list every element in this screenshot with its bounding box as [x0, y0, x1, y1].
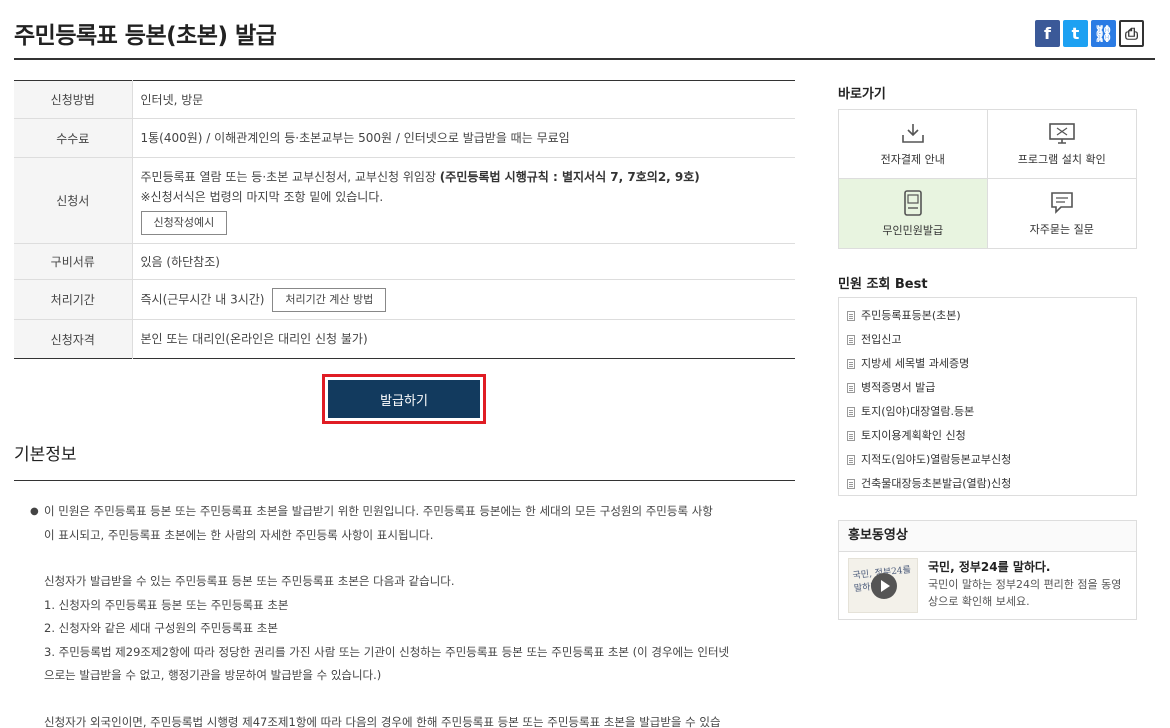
row-label: 신청자격 — [14, 319, 133, 359]
kiosk-icon — [903, 190, 922, 216]
table-row: 신청방법 인터넷, 방문 — [14, 80, 795, 119]
share-toolbar: f t ⛓ ⎙ — [1035, 20, 1144, 47]
video-title[interactable]: 국민, 정부24를 말하다. — [928, 558, 1051, 575]
quick-link-label: 전자결제 안내 — [880, 152, 945, 166]
best-item-label: 전입신고 — [861, 333, 902, 346]
best-item[interactable]: 토지(임야)대장열람.등본 — [847, 403, 1136, 427]
best-list: 주민등록표등본(초본) 전입신고 지방세 세목별 과세증명 병적증명서 발급 토… — [838, 297, 1137, 496]
quick-link-label: 자주묻는 질문 — [1029, 223, 1094, 236]
document-icon — [847, 359, 855, 369]
form-name-text: 주민등록표 열람 또는 등·초본 교부신청서, 교부신청 위임장 — [140, 169, 440, 184]
processing-time-calc-button[interactable]: 처리기간 계산 방법 — [272, 287, 387, 312]
document-icon — [847, 407, 855, 417]
bullet-icon: ● — [30, 506, 39, 517]
info-line: 이 민원은 주민등록표 등본 또는 주민등록표 초본을 발급받기 위한 민원입니… — [44, 504, 713, 518]
quick-link-payment[interactable]: 전자결제 안내 — [839, 110, 988, 179]
promo-heading: 홍보동영상 — [839, 521, 1136, 552]
download-tray-icon — [901, 123, 924, 143]
monitor-icon — [1048, 122, 1075, 144]
row-label: 수수료 — [14, 118, 133, 158]
row-value: 본인 또는 대리인(온라인은 대리인 신청 불가) — [140, 332, 368, 346]
info-line: 이 표시되고, 주민등록표 초본에는 한 사람의 자세한 주민등록 사항이 표시… — [44, 527, 434, 542]
best-heading: 민원 조회 Best — [838, 277, 928, 292]
best-item[interactable]: 병적증명서 발급 — [847, 379, 1136, 403]
row-value: 있음 (하단참조) — [132, 243, 795, 280]
table-row: 수수료 1통(400원) / 이해관계인의 등·초본교부는 500원 / 인터넷… — [14, 118, 795, 158]
document-icon — [847, 479, 855, 489]
document-icon — [847, 455, 855, 465]
video-description: 국민이 말하는 정부24의 편리한 점을 동영상으로 확인해 보세요. — [928, 578, 1122, 608]
info-line: 1. 신청자의 주민등록표 등본 또는 주민등록표 초본 — [44, 597, 289, 612]
quick-link-label: 프로그램 설치 확인 — [1017, 152, 1106, 166]
row-value: 인터넷, 방문 — [132, 80, 795, 119]
service-info-table: 신청방법 인터넷, 방문 수수료 1통(400원) / 이해관계인의 등·초본교… — [14, 80, 795, 359]
row-label: 구비서류 — [14, 243, 133, 280]
facebook-share-icon[interactable]: f — [1035, 20, 1060, 47]
best-item-label: 병적증명서 발급 — [861, 381, 936, 394]
best-item-label: 지방세 세목별 과세증명 — [861, 357, 970, 370]
best-item-label: 토지이용계획확인 신청 — [861, 429, 966, 442]
form-example-button[interactable]: 신청작성예시 — [140, 210, 228, 235]
table-row: 처리기간 즉시(근무시간 내 3시간) 처리기간 계산 방법 — [14, 279, 795, 320]
best-item-label: 지적도(임야도)열람등본교부신청 — [861, 453, 1012, 466]
row-value: 1통(400원) / 이해관계인의 등·초본교부는 500원 / 인터넷으로 발… — [132, 118, 795, 158]
table-row: 신청자격 본인 또는 대리인(온라인은 대리인 신청 불가) — [14, 319, 795, 359]
best-item[interactable]: 전입신고 — [847, 331, 1136, 355]
best-item[interactable]: 지방세 세목별 과세증명 — [847, 355, 1136, 379]
table-row: 구비서류 있음 (하단참조) — [14, 243, 795, 280]
print-icon[interactable]: ⎙ — [1119, 20, 1144, 47]
basic-info-body: ● 이 민원은 주민등록표 등본 또는 주민등록표 초본을 발급받기 위한 민원… — [30, 500, 782, 728]
document-icon — [847, 335, 855, 345]
info-line: 2. 신청자와 같은 세대 구성원의 주민등록표 초본 — [44, 621, 278, 635]
form-note-text: ※신청서식은 법령의 마지막 조항 밑에 있습니다. — [140, 189, 384, 204]
quick-link-program-check[interactable]: 프로그램 설치 확인 — [987, 110, 1136, 179]
row-label: 처리기간 — [14, 279, 133, 320]
title-divider — [14, 58, 1155, 60]
best-item[interactable]: 건축물대장등초본발급(열람)신청 — [847, 475, 1136, 499]
video-thumbnail[interactable]: 국민, 정부24를 말하다 — [848, 558, 918, 613]
info-line: 신청자가 발급받을 수 있는 주민등록표 등본 또는 주민등록표 초본은 다음과… — [44, 574, 455, 588]
quick-link-faq[interactable]: 자주묻는 질문 — [988, 179, 1137, 248]
basic-info-divider — [14, 480, 795, 481]
promo-video-box: 홍보동영상 국민, 정부24를 말하다 국민, 정부24를 말하다. 국민이 말… — [838, 520, 1137, 620]
best-item[interactable]: 주민등록표등본(초본) — [847, 307, 1136, 331]
best-item-label: 주민등록표등본(초본) — [861, 309, 961, 322]
info-line: 3. 주민등록법 제29조제2항에 따라 정당한 권리를 가진 사람 또는 기관… — [44, 644, 730, 659]
info-line: 신청자가 외국인이면, 주민등록법 시행령 제47조제1항에 따라 다음의 경우… — [44, 714, 721, 728]
speech-bubble-icon — [1050, 192, 1073, 214]
row-value: 즉시(근무시간 내 3시간) 처리기간 계산 방법 — [132, 279, 795, 320]
table-row: 신청서 주민등록표 열람 또는 등·초본 교부신청서, 교부신청 위임장 (주민… — [14, 157, 795, 244]
document-icon — [847, 311, 855, 321]
issue-button[interactable]: 발급하기 — [328, 380, 480, 418]
best-item[interactable]: 토지이용계획확인 신청 — [847, 427, 1136, 451]
document-icon — [847, 383, 855, 393]
link-copy-icon[interactable]: ⛓ — [1091, 20, 1116, 47]
processing-time-text: 즉시(근무시간 내 3시간) — [140, 292, 265, 306]
quick-link-label: 무인민원발급 — [882, 224, 944, 237]
quick-links-heading: 바로가기 — [838, 87, 886, 102]
issue-button-highlight: 발급하기 — [322, 374, 486, 424]
page-title: 주민등록표 등본(초본) 발급 — [14, 23, 277, 49]
quick-link-kiosk[interactable]: 무인민원발급 — [839, 179, 988, 248]
row-label: 신청서 — [14, 157, 133, 244]
best-item-label: 토지(임야)대장열람.등본 — [861, 405, 975, 418]
basic-info-heading: 기본정보 — [14, 445, 77, 465]
best-item[interactable]: 지적도(임야도)열람등본교부신청 — [847, 451, 1136, 475]
row-label: 신청방법 — [14, 80, 133, 119]
document-icon — [847, 431, 855, 441]
best-item-label: 건축물대장등초본발급(열람)신청 — [861, 477, 1012, 490]
twitter-share-icon[interactable]: t — [1063, 20, 1088, 47]
play-icon[interactable] — [871, 573, 897, 599]
info-line: 으로는 발급받을 수 없고, 행정기관을 방문하여 발급받을 수 있습니다.) — [44, 668, 382, 682]
row-value: 주민등록표 열람 또는 등·초본 교부신청서, 교부신청 위임장 (주민등록법 … — [132, 157, 795, 244]
quick-links-grid: 전자결제 안내 프로그램 설치 확인 무인민원발급 자주묻는 질문 — [838, 109, 1137, 249]
form-law-reference: (주민등록법 시행규칙 : 별지서식 7, 7호의2, 9호) — [439, 169, 700, 184]
